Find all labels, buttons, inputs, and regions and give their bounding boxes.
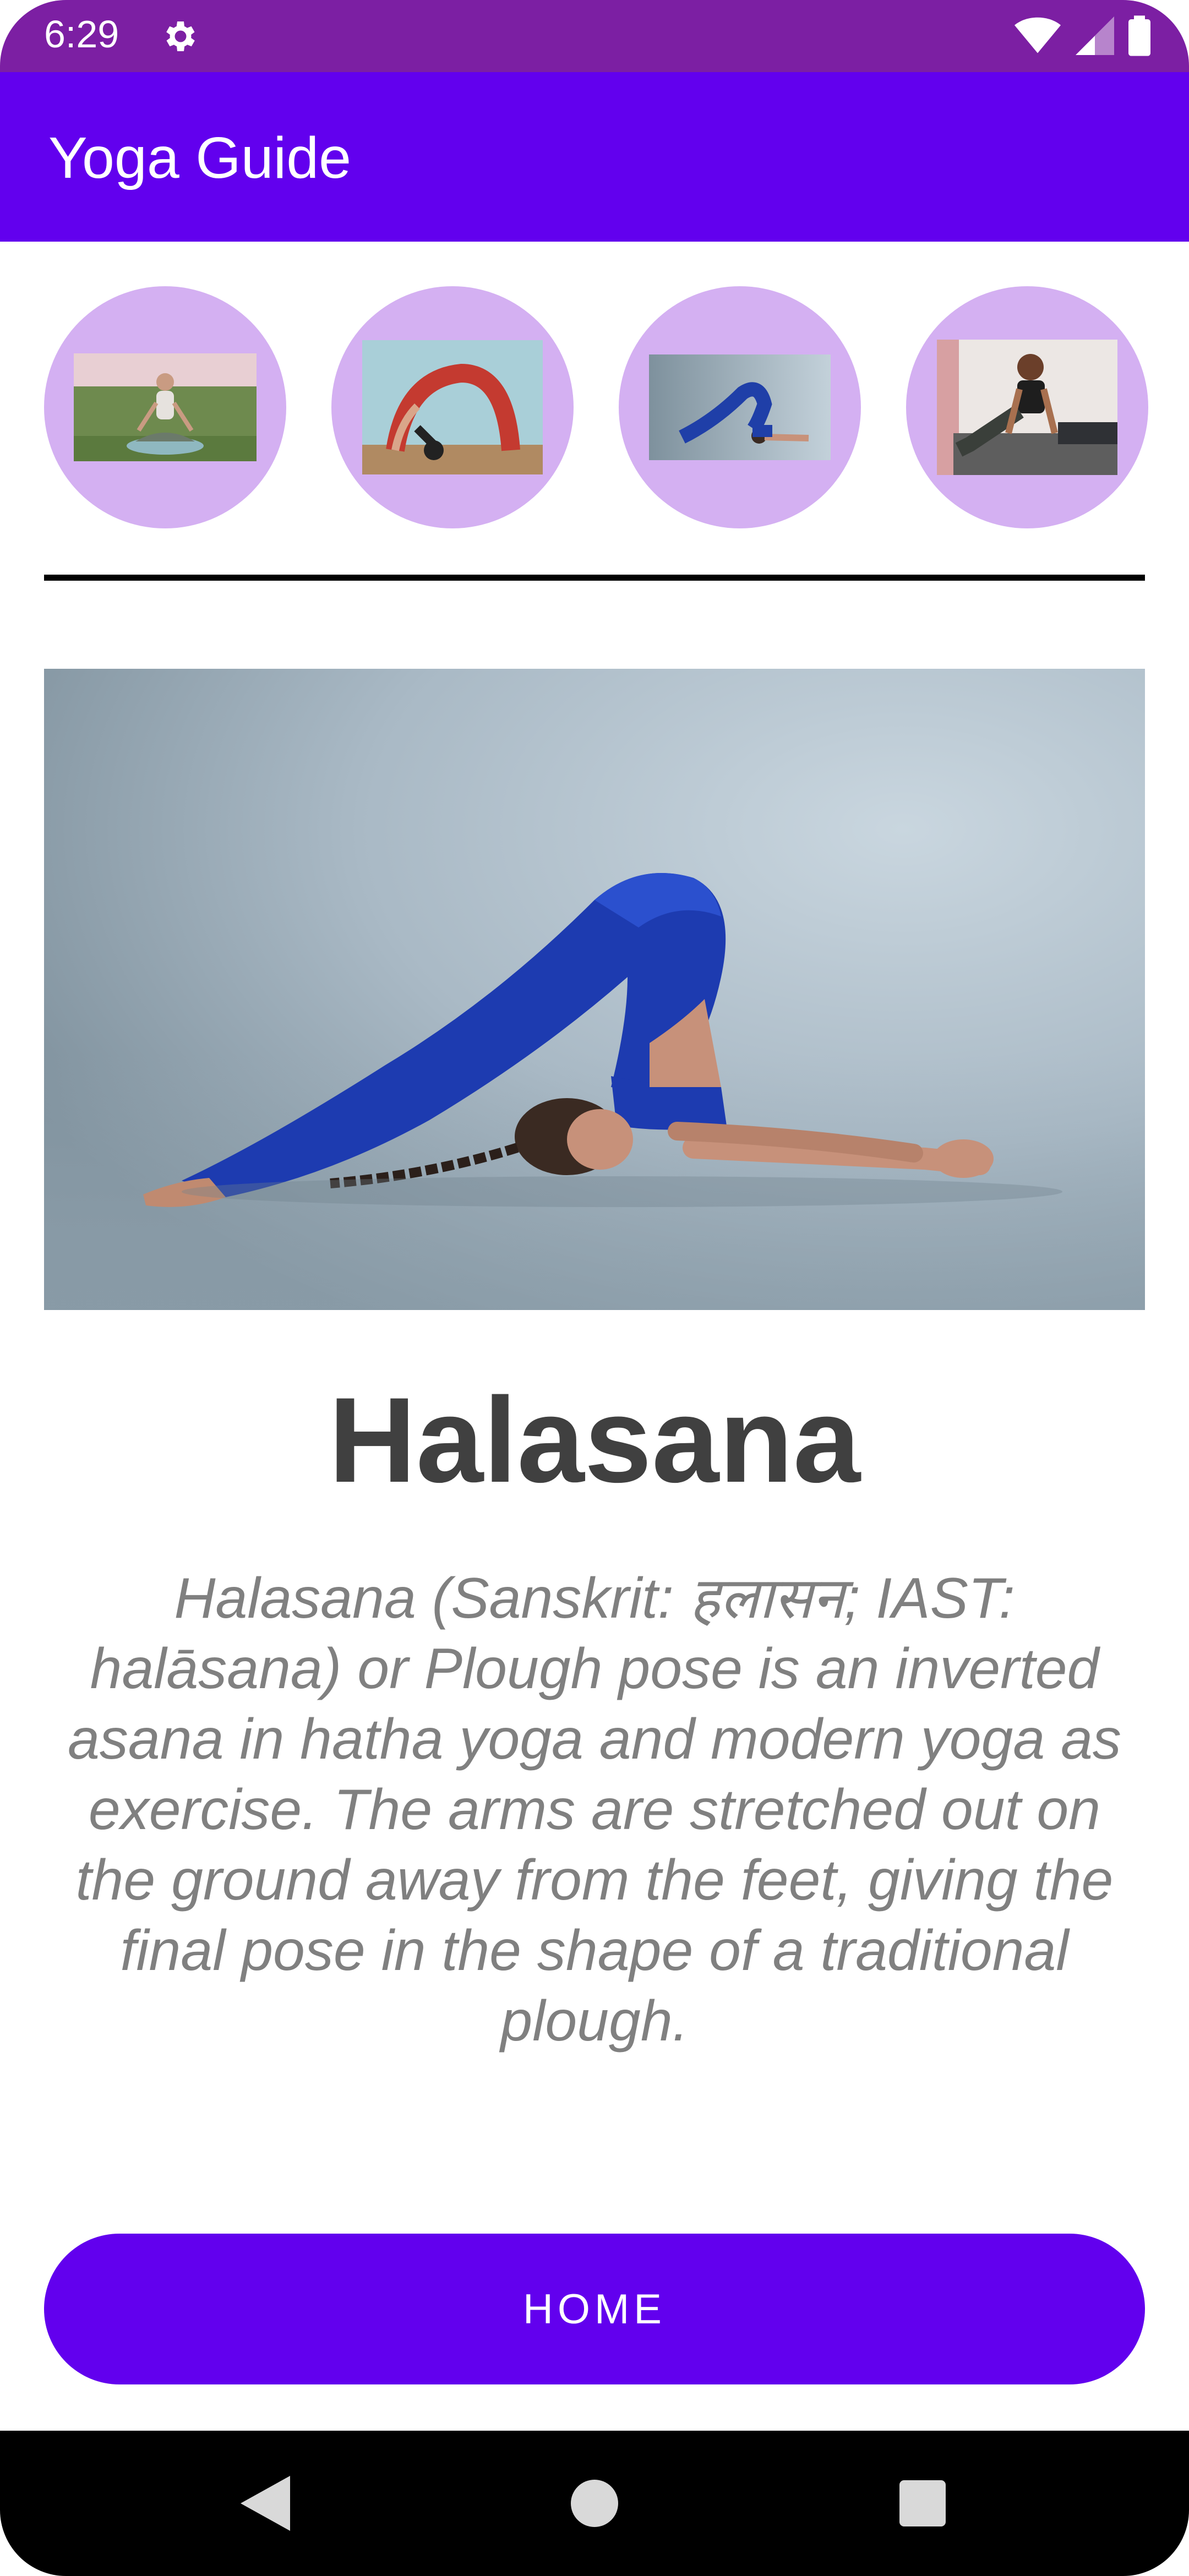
seated-meditation-photo — [74, 353, 257, 461]
home-circle-icon[interactable] — [512, 2431, 677, 2576]
plough-pose-photo — [649, 354, 831, 460]
status-time: 6:29 — [44, 13, 119, 56]
pose-thumbnail-1[interactable] — [44, 286, 286, 528]
pose-description: Halasana (Sanskrit: हलासन; IAST: halāsan… — [68, 1567, 1121, 2053]
app-bar: Yoga Guide — [0, 72, 1189, 242]
plough-pose-hero-photo — [44, 669, 1145, 1310]
battery-icon — [1128, 15, 1150, 59]
home-button[interactable]: HOME — [44, 2234, 1145, 2384]
divider — [44, 575, 1145, 581]
pose-thumbnail-row — [44, 286, 1148, 528]
wifi-icon — [1014, 17, 1061, 58]
wheel-pose-photo — [362, 340, 543, 474]
recents-square-icon[interactable] — [840, 2431, 1005, 2576]
cobra-pose-photo — [937, 340, 1117, 475]
status-bar: 6:29 — [0, 0, 1189, 72]
pose-thumbnail-3[interactable] — [619, 286, 861, 528]
back-icon[interactable] — [183, 2431, 348, 2576]
cellular-signal-icon — [1076, 17, 1114, 58]
pose-thumbnail-2[interactable] — [331, 286, 574, 528]
navigation-bar — [0, 2431, 1189, 2576]
app-title: Yoga Guide — [48, 125, 352, 190]
pose-title: Halasana — [328, 1372, 861, 1508]
pose-thumbnail-4[interactable] — [906, 286, 1148, 528]
settings-icon — [161, 17, 200, 56]
